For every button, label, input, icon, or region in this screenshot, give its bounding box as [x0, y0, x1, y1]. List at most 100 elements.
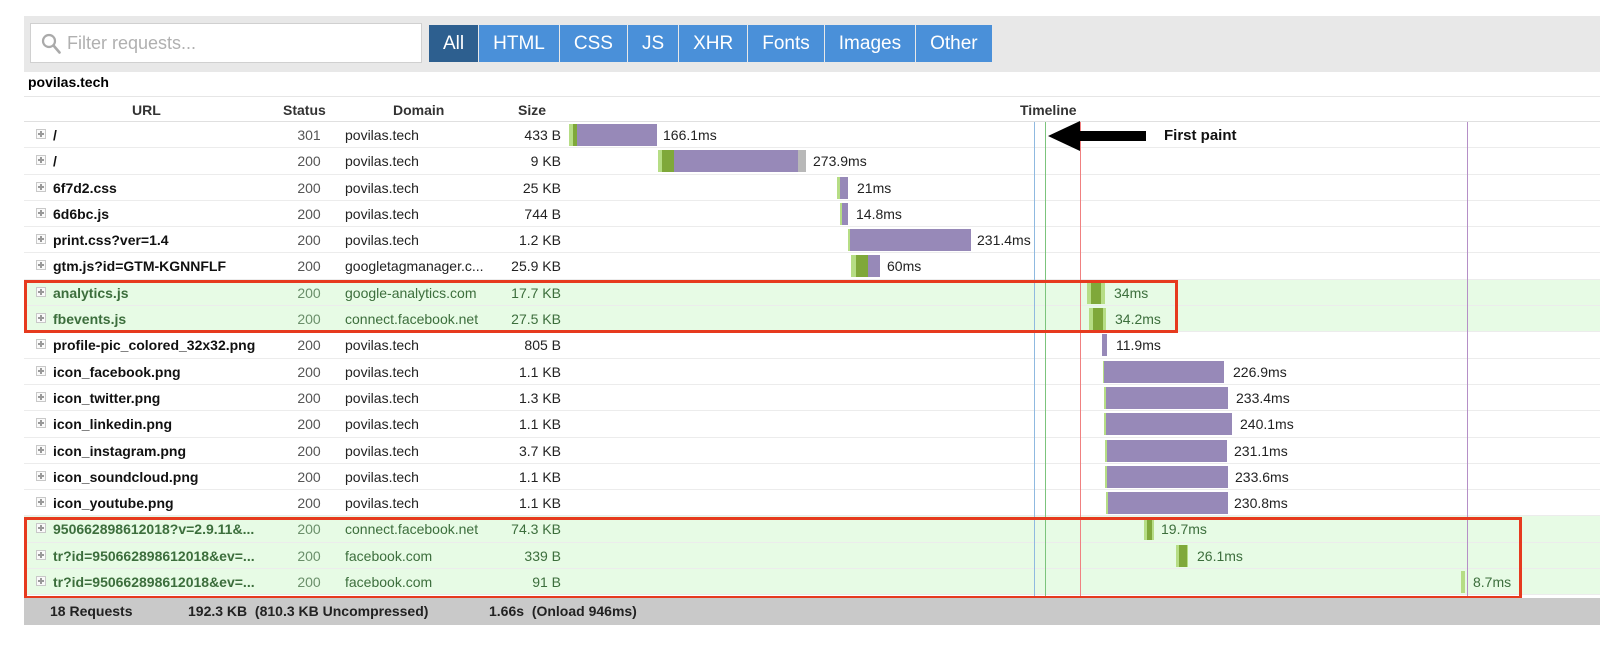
table-row[interactable]: icon_facebook.png 200 povilas.tech 1.1 KB 22… — [24, 359, 1600, 385]
request-url: 6d6bc.js — [53, 205, 110, 222]
request-size: 74.3 KB — [511, 521, 561, 538]
filter-images-button[interactable]: Images — [824, 25, 916, 62]
request-size: 1.2 KB — [518, 232, 561, 249]
table-row[interactable]: tr?id=950662898612018&ev=... 200 facebook.… — [24, 569, 1600, 596]
timeline-bar-wait[interactable] — [1091, 281, 1101, 304]
timeline-bar-wait[interactable] — [573, 124, 577, 146]
request-domain: povilas.tech — [345, 416, 419, 433]
request-duration: 166.1ms — [663, 127, 717, 143]
expand-icon[interactable] — [36, 576, 46, 587]
table-row[interactable]: analytics.js 200 google-analytics.com 17.7 … — [24, 279, 1600, 307]
column-header-size[interactable]: Size — [518, 102, 546, 118]
search-box[interactable] — [30, 23, 422, 63]
timeline-bar-receive[interactable] — [868, 255, 880, 278]
filter-other-button[interactable]: Other — [916, 25, 992, 62]
filter-toolbar: All HTML CSS JS XHR Fonts Images Other — [24, 16, 1600, 72]
request-url: profile-pic_colored_32x32.png — [53, 337, 256, 354]
expand-icon[interactable] — [36, 260, 46, 271]
table-row[interactable]: 6f7d2.css 200 povilas.tech 25 KB 21ms — [24, 175, 1600, 201]
request-size: 17.7 KB — [511, 284, 561, 301]
column-headers: URL Status Domain Size Timeline — [24, 96, 1600, 122]
table-row[interactable]: gtm.js?id=GTM-KGNNFLF 200 googletagmanager… — [24, 253, 1600, 280]
expand-icon[interactable] — [36, 286, 46, 297]
request-status: 200 — [297, 468, 321, 485]
timeline-bar-receive[interactable] — [1107, 439, 1227, 462]
search-input[interactable] — [67, 24, 417, 62]
expand-icon[interactable] — [36, 418, 46, 429]
table-row[interactable]: tr?id=950662898612018&ev=... 200 facebook.… — [24, 542, 1600, 570]
expand-icon[interactable] — [36, 234, 46, 245]
arrow-left-icon — [1048, 121, 1146, 151]
table-row[interactable]: icon_instagram.png 200 povilas.tech 3.7 KB 2… — [24, 438, 1600, 464]
filter-all-button[interactable]: All — [429, 25, 479, 62]
request-status: 301 — [297, 127, 321, 143]
timeline-bar-receive[interactable] — [1108, 492, 1228, 515]
filter-css-button[interactable]: CSS — [559, 25, 627, 62]
filter-js-button[interactable]: JS — [627, 25, 679, 62]
request-url: icon_instagram.png — [53, 442, 187, 459]
table-row[interactable]: icon_twitter.png 200 povilas.tech 1.3 KB 233… — [24, 385, 1600, 412]
table-row[interactable]: fbevents.js 200 connect.facebook.net 27.5 K… — [24, 306, 1600, 333]
requests-table: / 301 povilas.tech 433 B 166.1ms / 200 povilas.… — [24, 122, 1600, 596]
request-url: tr?id=950662898612018&ev=... — [53, 547, 255, 564]
table-row[interactable]: / 200 povilas.tech 9 KB 273.9ms — [24, 148, 1600, 175]
timeline-bar-wait[interactable] — [1179, 544, 1187, 567]
expand-icon[interactable] — [36, 365, 46, 376]
filter-xhr-button[interactable]: XHR — [679, 25, 748, 62]
request-status: 200 — [297, 416, 321, 433]
table-row[interactable]: icon_linkedin.png 200 povilas.tech 1.1 KB 24… — [24, 411, 1600, 438]
timeline-bar-receive[interactable] — [1106, 386, 1228, 409]
timeline-bar-wait[interactable] — [662, 150, 674, 173]
expand-icon[interactable] — [36, 313, 46, 324]
column-header-url[interactable]: URL — [132, 102, 161, 118]
timeline-bar-receive[interactable] — [674, 150, 798, 173]
request-duration: 233.6ms — [1235, 468, 1289, 485]
request-size: 25.9 KB — [511, 258, 561, 275]
timeline-bar-receive[interactable] — [842, 202, 848, 225]
timeline-bar-connect[interactable] — [1461, 571, 1465, 594]
expand-icon[interactable] — [36, 207, 46, 218]
request-size: 25 KB — [522, 179, 561, 196]
table-row[interactable]: 950662898612018?v=2.9.11&... 200 connect.f… — [24, 516, 1600, 543]
expand-icon[interactable] — [36, 339, 46, 350]
request-duration: 11.9ms — [1116, 337, 1161, 354]
filter-fonts-button[interactable]: Fonts — [748, 25, 824, 62]
timeline-bar-receive[interactable] — [577, 124, 657, 146]
expand-icon[interactable] — [36, 497, 46, 508]
timeline-bar-wait[interactable] — [856, 255, 868, 278]
table-row[interactable]: 6d6bc.js 200 povilas.tech 744 B 14.8ms — [24, 201, 1600, 228]
timeline-bar-receive[interactable] — [840, 176, 848, 199]
timeline-bar-receive[interactable] — [1102, 334, 1107, 357]
end-line — [1467, 122, 1468, 596]
load-time: 1.66s (Onload 946ms) — [489, 603, 637, 619]
timeline-bar-wait[interactable] — [1093, 308, 1103, 331]
request-status: 200 — [297, 284, 321, 301]
request-size: 27.5 KB — [511, 311, 561, 328]
expand-icon[interactable] — [36, 523, 46, 534]
first-paint-line — [1045, 122, 1046, 596]
request-count: 18 Requests — [50, 603, 133, 619]
expand-icon[interactable] — [36, 129, 46, 139]
expand-icon[interactable] — [36, 155, 46, 166]
filter-html-button[interactable]: HTML — [479, 25, 559, 62]
timeline-bar-receive[interactable] — [1104, 360, 1224, 383]
table-row[interactable]: / 301 povilas.tech 433 B 166.1ms — [24, 122, 1600, 149]
expand-icon[interactable] — [36, 181, 46, 192]
request-duration: 34.2ms — [1115, 311, 1161, 328]
table-row[interactable]: print.css?ver=1.4 200 povilas.tech 1.2 KB 23… — [24, 227, 1600, 254]
column-header-domain[interactable]: Domain — [393, 102, 444, 118]
expand-icon[interactable] — [36, 444, 46, 455]
table-row[interactable]: icon_youtube.png 200 povilas.tech 1.1 KB 230… — [24, 490, 1600, 517]
timeline-bar-receive[interactable] — [850, 229, 971, 252]
timeline-bar-receive[interactable] — [1106, 413, 1232, 436]
expand-icon[interactable] — [36, 391, 46, 402]
expand-icon[interactable] — [36, 470, 46, 481]
table-row[interactable]: profile-pic_colored_32x32.png 200 povilas.… — [24, 332, 1600, 359]
timeline-bar-receive[interactable] — [1107, 465, 1228, 488]
table-row[interactable]: icon_soundcloud.png 200 povilas.tech 1.1 KB… — [24, 464, 1600, 491]
request-duration: 21ms — [857, 179, 892, 196]
column-header-status[interactable]: Status — [283, 102, 326, 118]
summary-bar: 18 Requests 192.3 KB (810.3 KB Uncompres… — [24, 598, 1600, 625]
timeline-bar-wait[interactable] — [1147, 518, 1152, 541]
expand-icon[interactable] — [36, 549, 46, 560]
